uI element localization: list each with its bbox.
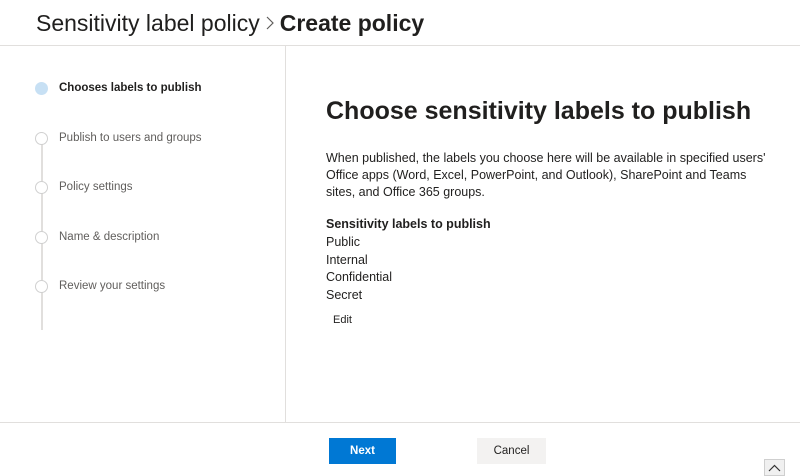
- list-item: Internal: [326, 252, 368, 267]
- section-title: Choose sensitivity labels to publish: [326, 97, 752, 125]
- step-choose-labels[interactable]: Chooses labels to publish: [35, 78, 202, 98]
- page-title: Create policy: [279, 9, 425, 36]
- list-item: Public: [326, 235, 361, 249]
- step-policy-settings[interactable]: Policy settings: [35, 177, 133, 197]
- section-description: When published, the labels you choose he…: [326, 151, 766, 199]
- breadcrumb: Sensitivity label policy Create policy: [36, 8, 424, 38]
- chevron-up-icon: [768, 464, 781, 471]
- step-indicator: [35, 279, 48, 293]
- step-label: Publish to users and groups: [59, 132, 202, 144]
- step-label: Name & description: [59, 231, 160, 243]
- step-indicator: [35, 81, 48, 95]
- step-label: Policy settings: [59, 181, 133, 193]
- step-publish-users[interactable]: Publish to users and groups: [35, 128, 202, 148]
- list-item: Confidential: [326, 270, 393, 284]
- step-review-settings[interactable]: Review your settings: [35, 276, 165, 296]
- edit-button[interactable]: Edit: [326, 310, 359, 330]
- step-indicator: [35, 230, 48, 244]
- step-label: Chooses labels to publish: [59, 82, 202, 94]
- list-item: Secret: [326, 287, 363, 302]
- labels-heading: Sensitivity labels to publish: [326, 217, 491, 231]
- wizard-footer: Next Cancel: [0, 422, 800, 476]
- step-indicator: [35, 131, 48, 145]
- step-indicator: [35, 180, 48, 194]
- chevron-right-icon: [264, 12, 278, 34]
- page-header: Sensitivity label policy Create policy: [0, 0, 800, 46]
- next-button[interactable]: Next: [329, 438, 396, 464]
- scroll-up-button[interactable]: [764, 459, 785, 476]
- wizard-steps: Chooses labels to publish Publish to use…: [0, 46, 286, 422]
- labels-list: Public Internal Confidential Secret: [326, 234, 392, 304]
- step-label: Review your settings: [59, 280, 166, 292]
- cancel-button[interactable]: Cancel: [477, 438, 546, 464]
- step-name-description[interactable]: Name & description: [35, 227, 159, 247]
- breadcrumb-parent[interactable]: Sensitivity label policy: [36, 8, 260, 38]
